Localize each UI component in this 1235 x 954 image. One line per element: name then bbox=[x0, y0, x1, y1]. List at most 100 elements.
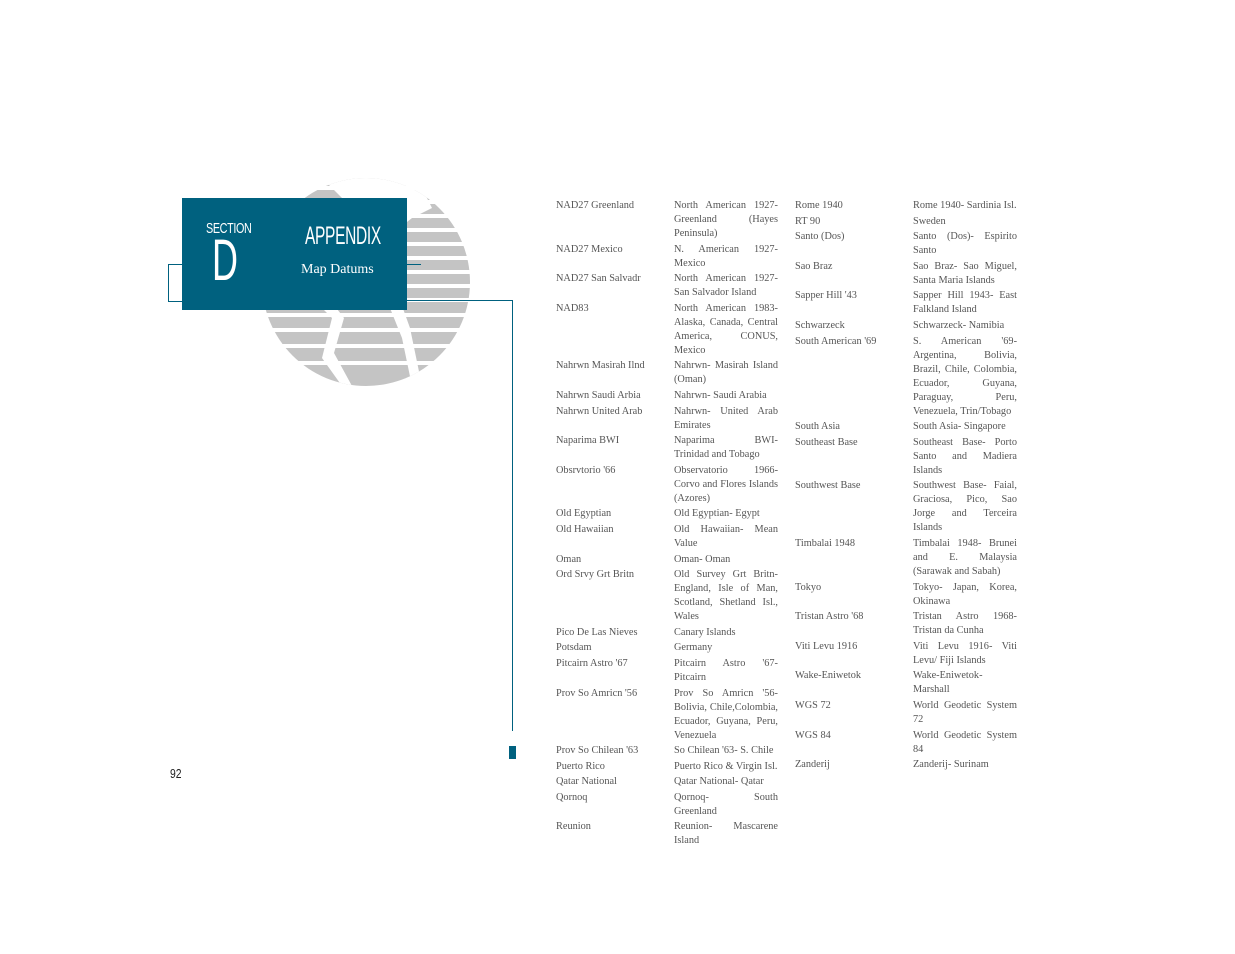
section-letter: D bbox=[212, 228, 238, 293]
datum-name: Qatar National bbox=[556, 776, 617, 788]
datum-name: Puerto Rico bbox=[556, 760, 605, 772]
section-end-marker bbox=[509, 746, 516, 759]
datum-name: South Asia bbox=[795, 421, 840, 433]
datum-description: Tokyo- Japan, Korea, Okinawa bbox=[913, 581, 1017, 607]
datum-row: Qornoq Qornoq- South Greenland bbox=[556, 791, 778, 819]
datum-row: Pico De Las Nieves Canary Islands bbox=[556, 626, 778, 640]
datum-name: NAD83 bbox=[556, 302, 589, 314]
datum-row: South Asia South Asia- Singapore bbox=[795, 420, 1017, 434]
page-subtitle: Map Datums bbox=[301, 262, 374, 277]
datum-name: Qornoq bbox=[556, 791, 588, 803]
datum-description: Sweden bbox=[913, 215, 946, 227]
datum-name: RT 90 bbox=[795, 215, 821, 227]
datum-row: Old Hawaiian Old Hawaiian- Mean Value bbox=[556, 523, 778, 551]
page-number: 92 bbox=[170, 766, 182, 781]
datum-name: Prov So Amricn '56 bbox=[556, 687, 638, 699]
datum-description: Wake-Eniwetok- Marshall bbox=[913, 670, 983, 696]
datum-description: North American 1927- San Salvador Island bbox=[674, 273, 778, 299]
datum-name: South American '69 bbox=[795, 335, 877, 347]
datum-name: Old Egyptian bbox=[556, 508, 612, 520]
datum-description: Sapper Hill 1943- East Falkland Island bbox=[913, 290, 1017, 316]
datum-name: Southwest Base bbox=[795, 480, 861, 492]
datum-row: Schwarzeck Schwarzeck- Namibia bbox=[795, 319, 1017, 333]
datum-description: North American 1927- Greenland (Hayes Pe… bbox=[674, 200, 778, 239]
datum-name: Schwarzeck bbox=[795, 319, 845, 331]
datum-row: Puerto Rico Puerto Rico & Virgin Isl. bbox=[556, 760, 778, 774]
datum-row: Viti Levu 1916 Viti Levu 1916- Viti Levu/… bbox=[795, 640, 1017, 668]
datum-description: Southwest Base- Faial, Graciosa, Pico, S… bbox=[913, 480, 1017, 534]
page-title: APPENDIX bbox=[305, 222, 381, 250]
datum-name: NAD27 San Salvadr bbox=[556, 273, 641, 285]
datum-description: N. American 1927- Mexico bbox=[674, 243, 778, 269]
datum-description: Southeast Base- Porto Santo and Madiera … bbox=[913, 436, 1017, 476]
datum-description: Pitcairn Astro '67- Pitcairn bbox=[674, 657, 778, 683]
datum-name: Potsdam bbox=[556, 642, 592, 654]
datum-description: Prov So Amricn '56- Bolivia, Chile,Colom… bbox=[674, 687, 778, 741]
datum-name: NAD27 Greenland bbox=[556, 200, 635, 211]
datum-row: Rome 1940 Rome 1940- Sardinia Isl. bbox=[795, 199, 1017, 213]
datum-row: Old Egyptian Old Egyptian- Egypt bbox=[556, 507, 778, 521]
datum-row: Nahrwn Saudi Arbia Nahrwn- Saudi Arabia bbox=[556, 389, 778, 403]
datum-name: Obsrvtorio '66 bbox=[556, 464, 616, 476]
datum-row: Sapper Hill '43 Sapper Hill 1943- East Fa… bbox=[795, 289, 1017, 317]
datum-row: Potsdam Germany bbox=[556, 641, 778, 655]
datum-list-left: NAD27 Greenland North American 1927- Gree… bbox=[556, 199, 778, 850]
datum-row: NAD27 Greenland North American 1927- Gree… bbox=[556, 199, 778, 241]
datum-description: Santo (Dos)- Espirito Santo bbox=[913, 231, 1017, 257]
datum-description: Qatar National- Qatar bbox=[674, 776, 764, 788]
datum-row: Reunion Reunion- Mascarene Island bbox=[556, 820, 778, 848]
datum-description: Oman- Oman bbox=[674, 553, 731, 565]
datum-description: South Asia- Singapore bbox=[913, 421, 1006, 433]
datum-row: Tokyo Tokyo- Japan, Korea, Okinawa bbox=[795, 581, 1017, 609]
datum-row: Wake-Eniwetok Wake-Eniwetok- Marshall bbox=[795, 669, 1017, 697]
datum-description: Old Hawaiian- Mean Value bbox=[674, 523, 778, 549]
datum-row: Naparima BWI Naparima BWI- Trinidad and T… bbox=[556, 434, 778, 462]
datum-row: South American '69 S. American '69- Argen… bbox=[795, 335, 1017, 419]
datum-name: Sao Braz bbox=[795, 260, 833, 272]
datum-description: Zanderij- Surinam bbox=[913, 759, 989, 771]
datum-description: Naparima BWI- Trinidad and Tobago bbox=[674, 435, 778, 461]
datum-name: Viti Levu 1916 bbox=[795, 640, 858, 652]
datum-description: Old Egyptian- Egypt bbox=[674, 508, 760, 520]
datum-row: Southwest Base Southwest Base- Faial, Gra… bbox=[795, 479, 1017, 535]
left-bracket-rule bbox=[168, 264, 183, 302]
datum-row: Southeast Base Southeast Base- Porto Sant… bbox=[795, 436, 1017, 478]
datum-row: Tristan Astro '68 Tristan Astro 1968- Tri… bbox=[795, 610, 1017, 638]
datum-row: Nahrwn United Arab Nahrwn- United Arab Em… bbox=[556, 405, 778, 433]
datum-name: Timbalai 1948 bbox=[795, 537, 855, 549]
datum-row: Nahrwn Masirah Ilnd Nahrwn- Masirah Islan… bbox=[556, 359, 778, 387]
datum-name: Naparima BWI bbox=[556, 435, 620, 447]
datum-row: NAD83 North American 1983- Alaska, Canada… bbox=[556, 302, 778, 358]
datum-row: Prov So Amricn '56 Prov So Amricn '56- Bo… bbox=[556, 687, 778, 743]
datum-description: Nahrwn- Saudi Arabia bbox=[674, 389, 767, 401]
datum-row: RT 90 Sweden bbox=[795, 215, 1017, 229]
datum-description: North American 1983- Alaska, Canada, Cen… bbox=[674, 302, 778, 356]
datum-name: Nahrwn United Arab bbox=[556, 405, 643, 417]
datum-name: NAD27 Mexico bbox=[556, 243, 623, 255]
datum-description: Rome 1940- Sardinia Isl. bbox=[913, 200, 1017, 211]
datum-row: Obsrvtorio '66 Observatorio 1966- Corvo a… bbox=[556, 464, 778, 506]
datum-description: Reunion- Mascarene Island bbox=[674, 821, 778, 847]
datum-row: Prov So Chilean '63 So Chilean '63- S. Ch… bbox=[556, 744, 778, 758]
datum-description: Schwarzeck- Namibia bbox=[913, 319, 1005, 331]
datum-description: Puerto Rico & Virgin Isl. bbox=[674, 760, 778, 772]
datum-row: WGS 84 World Geodetic System 84 bbox=[795, 729, 1017, 757]
datum-row: Qatar National Qatar National- Qatar bbox=[556, 775, 778, 789]
datum-name: Rome 1940 bbox=[795, 200, 843, 211]
datum-name: Ord Srvy Grt Britn bbox=[556, 569, 635, 581]
datum-row: NAD27 San Salvadr North American 1927- Sa… bbox=[556, 272, 778, 300]
datum-name: WGS 84 bbox=[795, 729, 831, 741]
datum-description: So Chilean '63- S. Chile bbox=[674, 745, 774, 757]
datum-name: Pitcairn Astro '67 bbox=[556, 657, 628, 669]
datum-description: Canary Islands bbox=[674, 626, 736, 638]
datum-name: Zanderij bbox=[795, 759, 830, 771]
datum-description: Timbalai 1948- Brunei and E. Malaysia (S… bbox=[913, 537, 1017, 577]
datum-row: Timbalai 1948 Timbalai 1948- Brunei and E… bbox=[795, 537, 1017, 579]
datum-name: Santo (Dos) bbox=[795, 231, 845, 243]
datum-list-right: Rome 1940 Rome 1940- Sardinia Isl. RT 90 Sw… bbox=[795, 199, 1017, 774]
datum-row: Sao Braz Sao Braz- Sao Miguel, Santa Mari… bbox=[795, 260, 1017, 288]
datum-description: Old Survey Grt Britn- England, Isle of M… bbox=[674, 569, 778, 623]
datum-description: Germany bbox=[674, 642, 713, 654]
datum-name: Wake-Eniwetok bbox=[795, 670, 862, 682]
datum-name: Sapper Hill '43 bbox=[795, 290, 857, 302]
